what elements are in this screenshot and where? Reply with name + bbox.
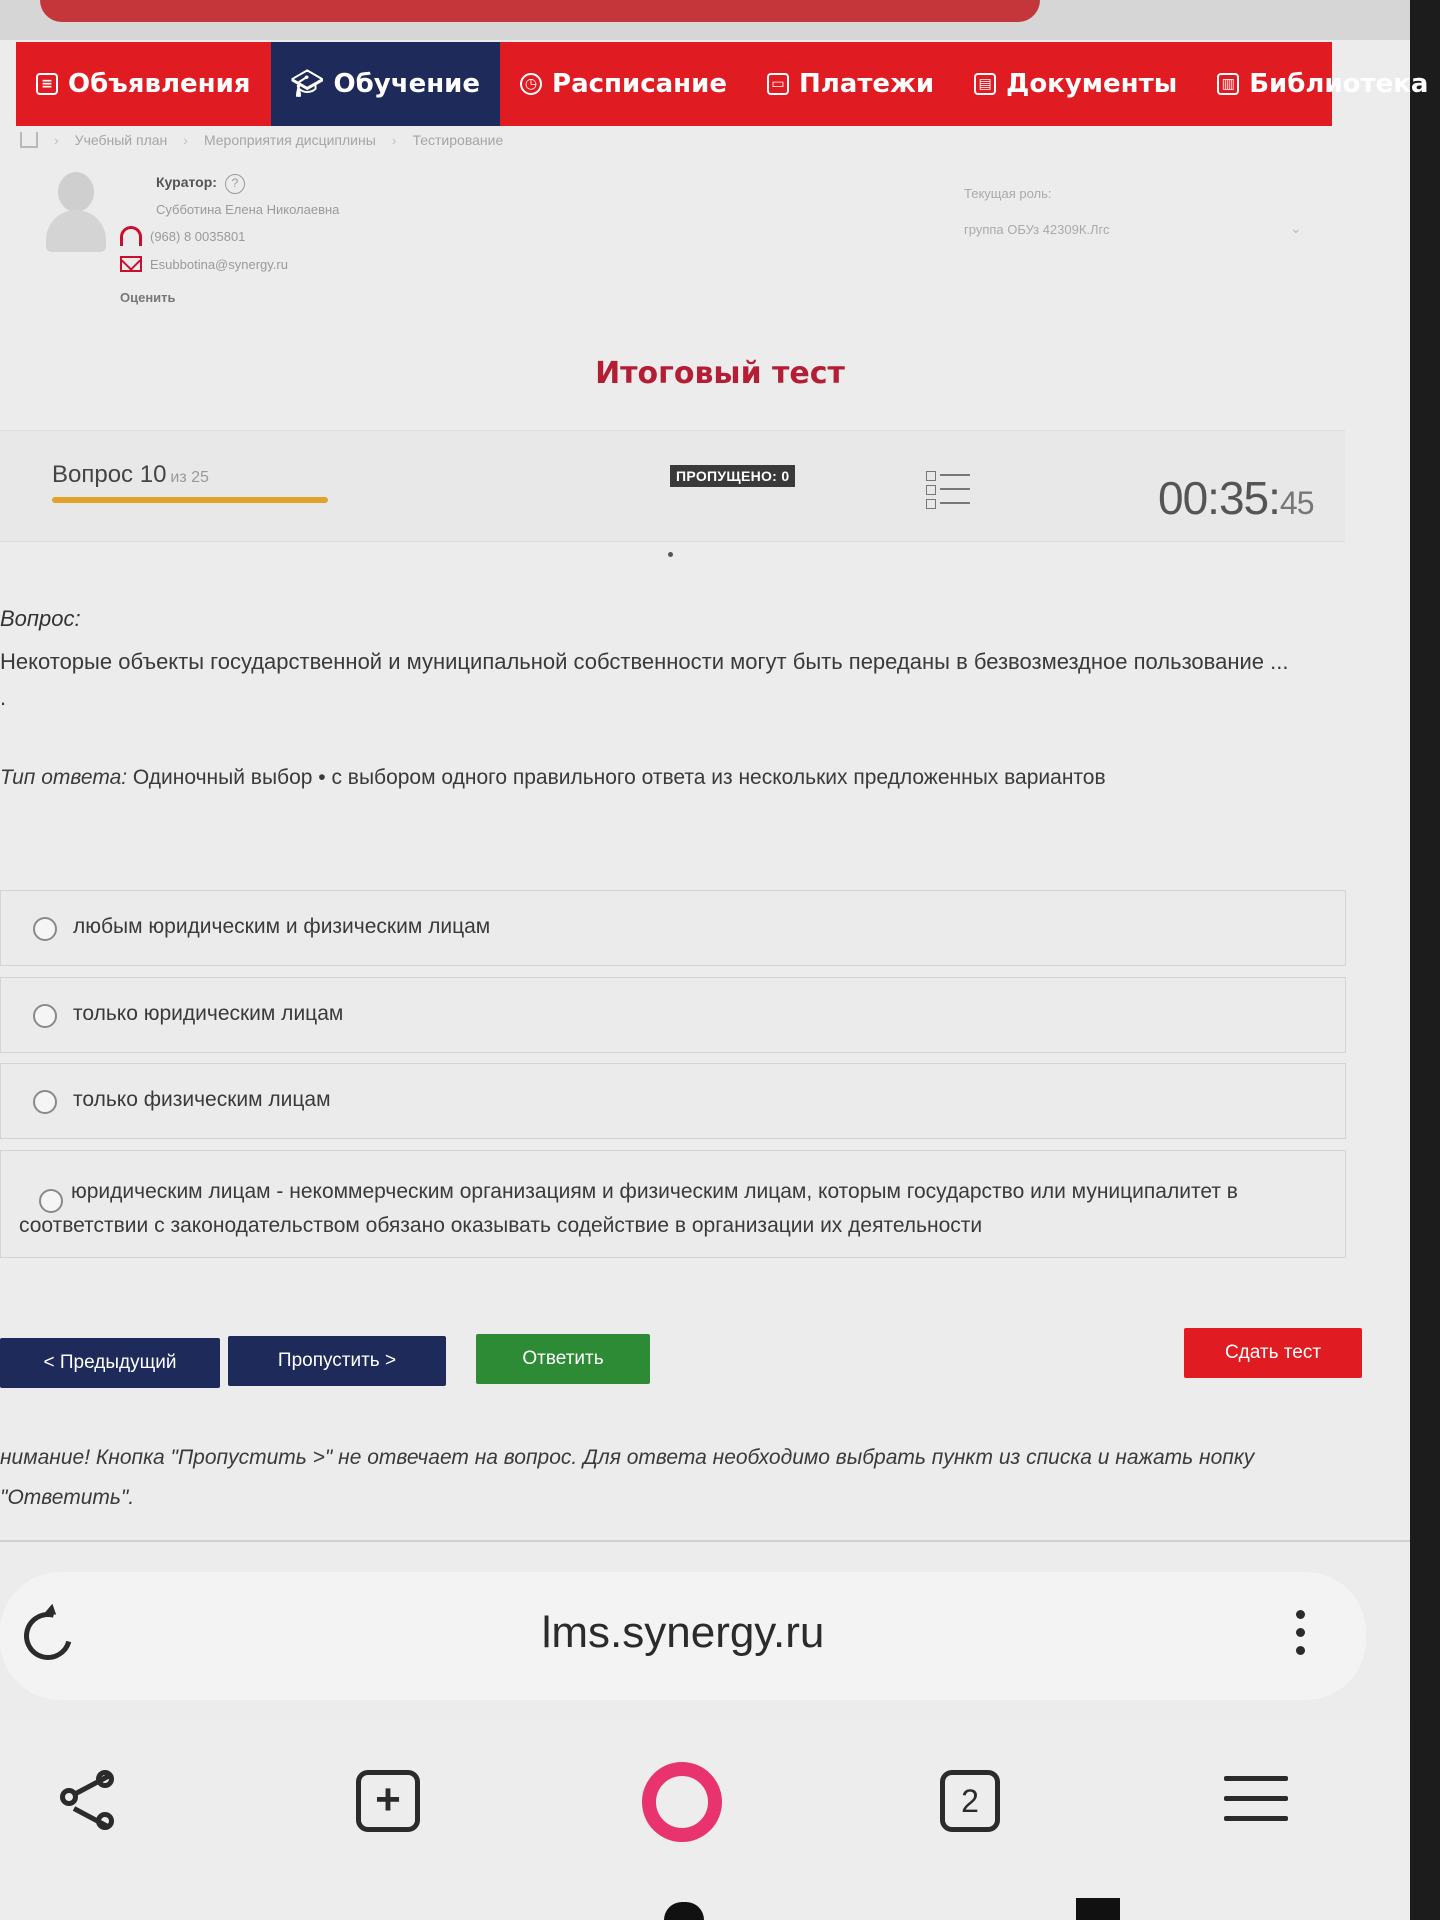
curator-name: Субботина Елена Николаевна [156,202,340,217]
page-title: Итоговый тест [595,356,845,391]
curator-phone[interactable]: (968) 8 0035801 [120,226,245,246]
breadcrumb-item[interactable]: Учебный план [75,132,168,148]
question-status-bar: Вопрос 10 из 25 ПРОПУЩЕНО: 0 00:35:45 [0,430,1345,542]
nav-label: Документы [1006,69,1178,99]
question-list-icon[interactable] [926,471,970,509]
nav-item-schedule[interactable]: ◷ Расписание [500,42,747,126]
book-icon: ▥ [1217,73,1240,95]
nav-item-learning[interactable]: 🎓︎ Обучение [270,42,501,126]
nav-item-library[interactable]: ▥ Библиотека ⌄ [1197,42,1440,126]
document-icon: ▤ [974,73,997,95]
notice-text: нимание! Кнопка "Пропустить >" не отвеча… [0,1446,1255,1509]
clock-icon: ◷ [520,73,543,95]
nav-label: Объявления [68,69,251,99]
announcement-icon: ≡ [36,73,58,95]
browser-bottom-bar: + 2 [0,1720,1410,1920]
headset-icon [120,226,142,246]
share-icon[interactable] [60,1770,124,1840]
timer: 00:35:45 [1158,472,1314,524]
question-label: Вопрос: [0,606,81,631]
breadcrumb-item: Тестирование [412,132,504,148]
answer-button[interactable]: Ответить [476,1334,650,1384]
nav-item-documents[interactable]: ▤ Документы [954,42,1197,126]
more-options-icon[interactable] [1296,1610,1306,1666]
answer-option[interactable]: только юридическим лицам [0,977,1346,1053]
nav-label: Обучение [333,69,481,99]
nav-label: Расписание [552,69,727,99]
answer-type: Тип ответа: Одиночный выбор • с выбором … [0,766,1106,789]
rate-link[interactable]: Оценить [120,290,176,305]
radio-button[interactable] [33,917,57,941]
submit-test-button[interactable]: Сдать тест [1184,1328,1362,1378]
nav-item-announcements[interactable]: ≡ Объявления [16,42,271,126]
answer-option[interactable]: юридическим лицам - некоммерческим орган… [0,1150,1346,1258]
tabs-icon[interactable]: 2 [940,1770,1000,1832]
help-icon[interactable]: ? [224,174,245,194]
page: ≡ Объявления 🎓︎ Обучение ◷ Расписание ▭ … [0,0,1440,1920]
breadcrumb-item[interactable]: Мероприятия дисциплины [204,132,376,148]
role-select[interactable]: группа ОБУз 42309К.Лгс [964,222,1110,237]
menu-icon[interactable] [1224,1776,1288,1826]
breadcrumb: › Учебный план › Мероприятия дисциплины … [20,132,503,148]
device-bezel [1410,0,1440,1920]
curator-label: Куратор:? [156,174,245,194]
new-tab-icon[interactable]: + [356,1770,420,1832]
main-nav: ≡ Объявления 🎓︎ Обучение ◷ Расписание ▭ … [16,42,1428,126]
nav-label: Библиотека [1249,69,1429,99]
question-text: Некоторые объекты государственной и муни… [0,649,1289,710]
curator-email[interactable]: Esubbotina@synergy.ru [120,256,288,272]
address-bar[interactable]: lms.synergy.ru [0,1572,1366,1700]
skipped-badge: ПРОПУЩЕНО: 0 [670,465,796,487]
wallet-icon: ▭ [767,73,789,95]
url-text[interactable]: lms.synergy.ru [0,1608,1366,1658]
role-label: Текущая роль: [964,186,1052,201]
mail-icon [120,256,142,272]
curator-panel: Куратор:? Субботина Елена Николаевна (96… [40,168,1340,308]
answer-option[interactable]: только физическим лицам [0,1063,1346,1139]
radio-button[interactable] [33,1004,57,1028]
avatar [40,172,110,252]
graduation-cap-icon: 🎓︎ [290,69,324,99]
question-counter: Вопрос 10 из 25 [52,461,209,488]
home-icon[interactable] [20,132,38,148]
skip-button[interactable]: Пропустить > [228,1336,446,1386]
top-banner [0,0,1440,40]
nav-item-payments[interactable]: ▭ Платежи [747,42,954,126]
answer-option[interactable]: любым юридическим и физическим лицам [0,890,1346,966]
nav-label: Платежи [799,69,935,99]
radio-button[interactable] [33,1090,57,1114]
chevron-down-icon[interactable]: ⌄ [1290,220,1302,237]
previous-button[interactable]: < Предыдущий [0,1338,220,1388]
question-progress-bar [52,497,328,503]
alice-assistant-icon[interactable] [642,1762,722,1842]
